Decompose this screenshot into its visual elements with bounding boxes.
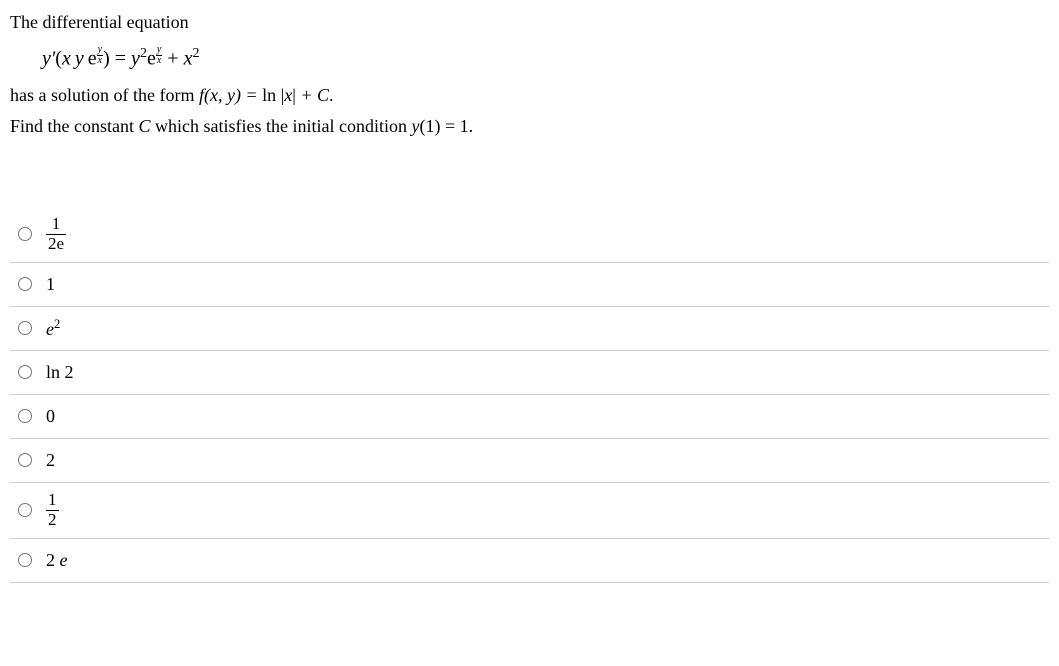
- statement-solution-form: has a solution of the form f(x, y) = ln …: [10, 85, 1049, 106]
- statement-find-constant: Find the constant C which satisfies the …: [10, 116, 1049, 137]
- option-7-label: 12: [46, 491, 59, 529]
- option-1-label: 12e: [46, 215, 66, 253]
- option-4-radio[interactable]: [18, 365, 32, 379]
- option-2-radio[interactable]: [18, 277, 32, 291]
- option-6-label: 2: [46, 450, 55, 471]
- option-5-radio[interactable]: [18, 409, 32, 423]
- option-1[interactable]: 12e: [10, 207, 1049, 263]
- option-4-label: ln 2: [46, 362, 74, 383]
- option-8-label: 2 e: [46, 550, 68, 571]
- option-8-radio[interactable]: [18, 553, 32, 567]
- option-7[interactable]: 12: [10, 483, 1049, 539]
- intro-text: The differential equation: [10, 12, 1049, 33]
- option-3-radio[interactable]: [18, 321, 32, 335]
- option-4[interactable]: ln 2: [10, 351, 1049, 395]
- option-2-label: 1: [46, 274, 55, 295]
- option-6[interactable]: 2: [10, 439, 1049, 483]
- answer-options: 12e 1 e2 ln 2 0 2 12 2 e: [10, 207, 1049, 583]
- option-3-label: e2: [46, 317, 60, 340]
- option-1-radio[interactable]: [18, 227, 32, 241]
- option-6-radio[interactable]: [18, 453, 32, 467]
- option-8[interactable]: 2 e: [10, 539, 1049, 583]
- option-2[interactable]: 1: [10, 263, 1049, 307]
- option-5[interactable]: 0: [10, 395, 1049, 439]
- differential-equation: y′(x y eyx) = y2eyx + x2: [42, 45, 1049, 71]
- option-7-radio[interactable]: [18, 503, 32, 517]
- option-5-label: 0: [46, 406, 55, 427]
- option-3[interactable]: e2: [10, 307, 1049, 351]
